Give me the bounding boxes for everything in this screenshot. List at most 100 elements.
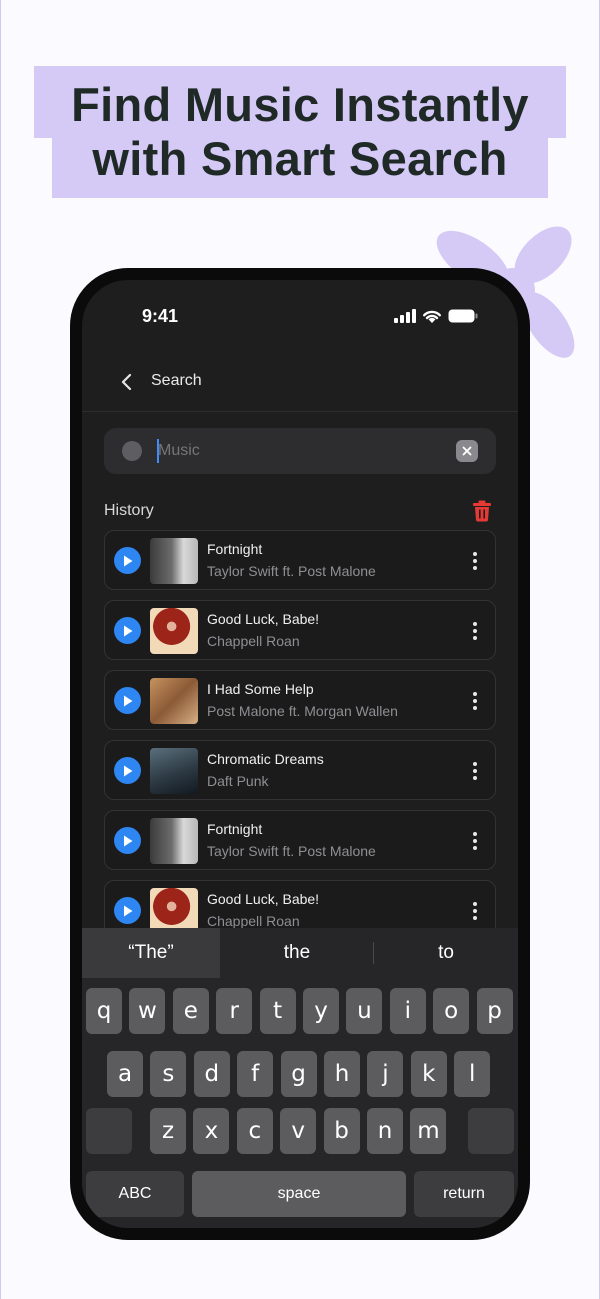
song-artist: Taylor Swift ft. Post Malone: [207, 563, 376, 579]
taylor-swift-cover: [150, 818, 198, 864]
suggestion-2[interactable]: the: [220, 928, 374, 978]
search-input[interactable]: [158, 437, 438, 465]
play-icon: [123, 835, 132, 846]
history-header: History: [104, 500, 496, 524]
dot: [473, 916, 477, 920]
shift-key[interactable]: [86, 1108, 132, 1154]
phone-frame: 9:41 Search Music History Fortnight Tayl…: [70, 268, 530, 1240]
key-h[interactable]: h: [324, 1051, 360, 1097]
play-button[interactable]: [114, 547, 141, 574]
key-y[interactable]: y: [303, 988, 339, 1034]
play-button[interactable]: [114, 617, 141, 644]
dot: [473, 762, 477, 766]
key-w[interactable]: w: [129, 988, 166, 1034]
song-title: Good Luck, Babe!: [207, 611, 320, 627]
key-o[interactable]: o: [433, 988, 470, 1034]
play-icon: [123, 625, 132, 636]
chappell-roan-cover: [150, 608, 198, 654]
suggestion-1[interactable]: “The”: [82, 928, 220, 978]
phone-screen: 9:41 Search Music History Fortnight Tayl…: [82, 280, 518, 1228]
history-item[interactable]: Good Luck, Babe! Chappell Roan: [104, 600, 496, 660]
dot: [473, 622, 477, 626]
history-item[interactable]: Chromatic Dreams Daft Punk: [104, 740, 496, 800]
search-icon: [122, 441, 142, 461]
key-q[interactable]: q: [86, 988, 122, 1034]
headline-text: Find Music Instantly with Smart Search: [0, 78, 600, 186]
chevron-left-icon: [121, 373, 132, 391]
space-key[interactable]: space: [192, 1171, 406, 1217]
history-item[interactable]: I Had Some Help Post Malone ft. Morgan Wa…: [104, 670, 496, 730]
play-button[interactable]: [114, 757, 141, 784]
more-options-button[interactable]: [467, 899, 483, 923]
key-j[interactable]: j: [367, 1051, 404, 1097]
history-item[interactable]: Fortnight Taylor Swift ft. Post Malone: [104, 530, 496, 590]
keyboard-suggestions: “The” the to: [82, 928, 518, 978]
song-title: Fortnight: [207, 821, 263, 837]
song-artist: Post Malone ft. Morgan Wallen: [207, 703, 398, 719]
key-r[interactable]: r: [216, 988, 253, 1034]
headline-line-1: Find Music Instantly: [71, 78, 529, 131]
post-malone-cover: [150, 678, 198, 724]
key-d[interactable]: d: [193, 1051, 230, 1097]
abc-key[interactable]: ABC: [86, 1171, 184, 1217]
backspace-key[interactable]: [468, 1108, 514, 1154]
history-item[interactable]: Fortnight Taylor Swift ft. Post Malone: [104, 810, 496, 870]
nav-title: Search: [151, 372, 202, 389]
wifi-icon: [423, 310, 441, 323]
trash-icon: [473, 500, 491, 522]
more-options-button[interactable]: [467, 619, 483, 643]
key-b[interactable]: b: [323, 1108, 360, 1154]
dot: [473, 839, 477, 843]
more-options-button[interactable]: [467, 549, 483, 573]
song-title: I Had Some Help: [207, 681, 314, 697]
key-f[interactable]: f: [237, 1051, 274, 1097]
play-button[interactable]: [114, 897, 141, 924]
clear-search-button[interactable]: [456, 440, 478, 462]
song-artist: Chappell Roan: [207, 633, 300, 649]
more-options-button[interactable]: [467, 759, 483, 783]
key-g[interactable]: g: [280, 1051, 317, 1097]
key-i[interactable]: i: [389, 988, 426, 1034]
status-bar: 9:41: [82, 280, 518, 340]
key-u[interactable]: u: [346, 988, 383, 1034]
play-button[interactable]: [114, 827, 141, 854]
search-bar[interactable]: [104, 428, 496, 474]
key-s[interactable]: s: [150, 1051, 187, 1097]
dot: [473, 909, 477, 913]
play-button[interactable]: [114, 687, 141, 714]
more-options-button[interactable]: [467, 689, 483, 713]
dot: [473, 552, 477, 556]
return-key[interactable]: return: [414, 1171, 514, 1217]
more-options-button[interactable]: [467, 829, 483, 853]
suggestion-3[interactable]: to: [374, 928, 518, 978]
clear-history-button[interactable]: [472, 500, 494, 524]
song-artist: Taylor Swift ft. Post Malone: [207, 843, 376, 859]
key-p[interactable]: p: [476, 988, 513, 1034]
key-v[interactable]: v: [280, 1108, 317, 1154]
nav-bar: Search: [82, 360, 518, 412]
dot: [473, 559, 477, 563]
key-k[interactable]: k: [410, 1051, 447, 1097]
key-c[interactable]: c: [236, 1108, 273, 1154]
cellular-signal-icon: [394, 309, 416, 323]
key-a[interactable]: a: [107, 1051, 143, 1097]
play-icon: [123, 765, 132, 776]
dot: [473, 846, 477, 850]
dot: [473, 706, 477, 710]
daft-punk-cover: [150, 748, 198, 794]
key-t[interactable]: t: [259, 988, 296, 1034]
dot: [473, 699, 477, 703]
key-l[interactable]: l: [454, 1051, 491, 1097]
key-z[interactable]: z: [150, 1108, 186, 1154]
key-n[interactable]: n: [367, 1108, 403, 1154]
dot: [473, 832, 477, 836]
key-e[interactable]: e: [172, 988, 209, 1034]
close-icon: [462, 446, 472, 456]
key-x[interactable]: x: [193, 1108, 230, 1154]
dot: [473, 769, 477, 773]
song-artist: Daft Punk: [207, 773, 269, 789]
back-button[interactable]: [112, 368, 140, 396]
battery-icon: [448, 309, 478, 323]
dot: [473, 636, 477, 640]
key-m[interactable]: m: [410, 1108, 447, 1154]
